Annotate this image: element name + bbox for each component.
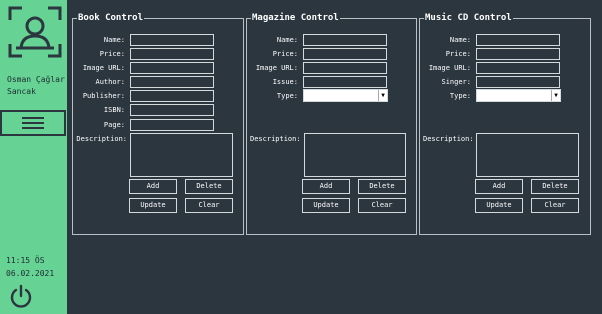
musiccd-delete-button[interactable]: Delete <box>531 179 579 194</box>
book-publisher-label: Publisher: <box>82 92 125 100</box>
chevron-down-icon[interactable]: ▼ <box>378 90 387 101</box>
magazine-image-url-label: Image URL: <box>255 64 298 72</box>
musiccd-name-field[interactable] <box>476 34 560 46</box>
book-image-url-field[interactable] <box>130 62 214 74</box>
chevron-down-icon[interactable]: ▼ <box>551 90 560 101</box>
book-delete-button[interactable]: Delete <box>185 179 233 194</box>
menu-line <box>22 122 44 124</box>
magazine-description-label: Description: <box>250 135 301 143</box>
book-name-field[interactable] <box>130 34 214 46</box>
musiccd-type-label: Type: <box>449 92 471 100</box>
magazine-issue-field[interactable] <box>303 76 387 88</box>
musiccd-clear-button[interactable]: Clear <box>531 198 579 213</box>
magazine-add-button[interactable]: Add <box>302 179 350 194</box>
magazine-type-select[interactable]: ▼ <box>303 89 388 102</box>
musiccd-image-url-label: Image URL: <box>428 64 471 72</box>
magazine-name-label: Name: <box>276 36 298 44</box>
book-add-button[interactable]: Add <box>129 179 177 194</box>
clock-time: 11:15 ÖS <box>6 256 45 265</box>
book-price-field[interactable] <box>130 48 214 60</box>
magazine-delete-button[interactable]: Delete <box>358 179 406 194</box>
menu-line <box>22 127 44 129</box>
user-scan-icon <box>8 6 62 58</box>
book-name-label: Name: <box>103 36 125 44</box>
book-description-field[interactable] <box>130 133 233 177</box>
book-author-label: Author: <box>95 78 125 86</box>
magazine-issue-label: Issue: <box>272 78 298 86</box>
magazine-description-field[interactable] <box>304 133 406 177</box>
magazine-update-button[interactable]: Update <box>302 198 350 213</box>
book-price-label: Price: <box>99 50 125 58</box>
musiccd-name-label: Name: <box>449 36 471 44</box>
book-update-button[interactable]: Update <box>129 198 177 213</box>
musiccd-update-button[interactable]: Update <box>475 198 523 213</box>
musiccd-add-button[interactable]: Add <box>475 179 523 194</box>
book-publisher-field[interactable] <box>130 90 214 102</box>
power-icon[interactable] <box>8 284 34 310</box>
book-description-label: Description: <box>76 135 127 143</box>
book-image-url-label: Image URL: <box>82 64 125 72</box>
musiccd-image-url-field[interactable] <box>476 62 560 74</box>
menu-line <box>22 117 44 119</box>
book-author-field[interactable] <box>130 76 214 88</box>
sidebar: Osman Çağlar Sancak 11:15 ÖS 06.02.2021 <box>0 0 67 314</box>
musiccd-description-label: Description: <box>423 135 474 143</box>
musiccd-singer-field[interactable] <box>476 76 560 88</box>
book-page-label: Page: <box>103 121 125 129</box>
book-clear-button[interactable]: Clear <box>185 198 233 213</box>
magazine-clear-button[interactable]: Clear <box>358 198 406 213</box>
musiccd-description-field[interactable] <box>476 133 579 177</box>
magazine-image-url-field[interactable] <box>303 62 387 74</box>
book-isbn-field[interactable] <box>130 104 214 116</box>
clock-date: 06.02.2021 <box>6 269 55 278</box>
musiccd-price-label: Price: <box>445 50 471 58</box>
clock: 11:15 ÖS 06.02.2021 <box>6 254 54 280</box>
musiccd-singer-label: Singer: <box>441 78 471 86</box>
hamburger-menu-button[interactable] <box>0 110 66 136</box>
magazine-price-field[interactable] <box>303 48 387 60</box>
magazine-control-group: Magazine Control Name: Price: Image URL:… <box>246 12 417 235</box>
magazine-control-title: Magazine Control <box>251 12 340 24</box>
music-cd-control-title: Music CD Control <box>424 12 513 24</box>
magazine-type-label: Type: <box>276 92 298 100</box>
book-control-title: Book Control <box>77 12 145 24</box>
magazine-price-label: Price: <box>272 50 298 58</box>
book-page-field[interactable] <box>130 119 214 131</box>
musiccd-type-select[interactable]: ▼ <box>476 89 561 102</box>
music-cd-control-group: Music CD Control Name: Price: Image URL:… <box>419 12 591 235</box>
book-isbn-label: ISBN: <box>103 106 125 114</box>
musiccd-price-field[interactable] <box>476 48 560 60</box>
user-name: Osman Çağlar Sancak <box>7 75 65 96</box>
book-control-group: Book Control Name: Price: Image URL: Aut… <box>72 12 244 235</box>
magazine-name-field[interactable] <box>303 34 387 46</box>
